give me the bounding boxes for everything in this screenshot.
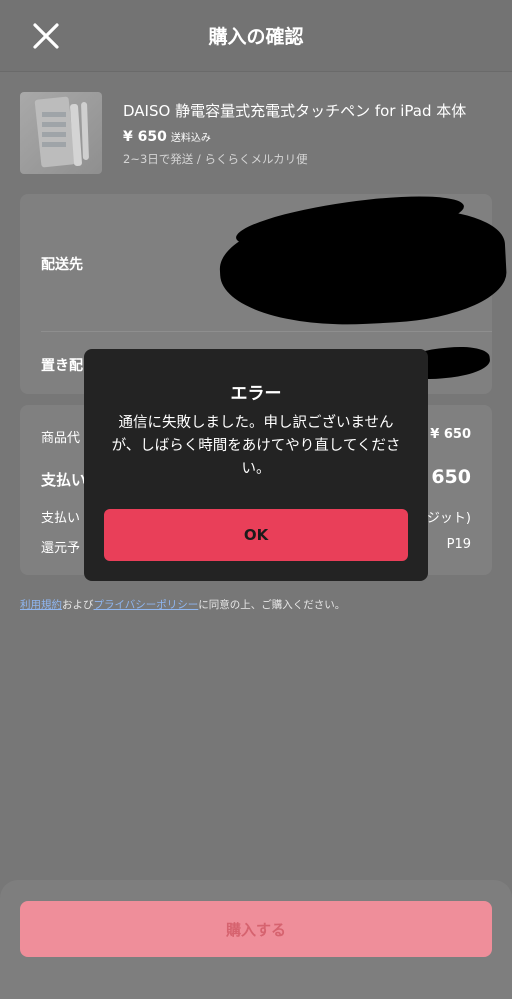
delivery-address-row[interactable]: 配送先 bbox=[41, 254, 83, 274]
terms-link[interactable]: 利用規約 bbox=[20, 599, 62, 611]
product-title: DAISO 静電容量式充電式タッチペン for iPad 本体 bbox=[123, 102, 467, 120]
purchase-confirmation-screen: 購入の確認 DAISO 静電容量式充電式タッチペン for iPad 本体 ¥ … bbox=[0, 0, 512, 999]
terms-notice: 利用規約およびプライバシーポリシーに同意の上、ご購入ください。 bbox=[20, 597, 345, 612]
points-label: 還元予 bbox=[41, 541, 81, 556]
item-price-label: 商品代 bbox=[41, 431, 81, 446]
error-dialog-title: エラー bbox=[230, 384, 282, 404]
page-title: 購入の確認 bbox=[208, 26, 304, 48]
product-thumbnail bbox=[20, 92, 102, 174]
shipping-info: 2~3日で発送 / らくらくメルカリ便 bbox=[123, 152, 308, 166]
bottom-action-bar: 購入する bbox=[0, 880, 512, 999]
payment-total-label: 支払い bbox=[41, 471, 87, 489]
error-dialog: エラー 通信に失敗しました。申し訳ございませんが、しばらく時間をあけてやり直して… bbox=[84, 349, 428, 581]
shipping-included-label: 送料込み bbox=[170, 133, 211, 144]
ok-button[interactable]: OK bbox=[104, 509, 408, 561]
product-summary[interactable]: DAISO 静電容量式充電式タッチペン for iPad 本体 ¥ 650 送料込… bbox=[20, 92, 492, 174]
terms-suffix-text: に同意の上、ご購入ください。 bbox=[198, 599, 346, 611]
header: 購入の確認 bbox=[0, 0, 512, 72]
error-dialog-message: 通信に失敗しました。申し訳ございませんが、しばらく時間をあけてやり直してください… bbox=[111, 415, 401, 477]
divider bbox=[41, 331, 492, 332]
item-price-value: ¥ 650 bbox=[430, 427, 471, 442]
product-price-row: ¥ 650 送料込み bbox=[123, 126, 211, 145]
buy-button[interactable]: 購入する bbox=[20, 901, 492, 957]
delivery-placement-row[interactable]: 置き配 bbox=[41, 355, 83, 375]
payment-method-value[interactable]: ジット) bbox=[427, 507, 471, 526]
points-value: P19 bbox=[446, 537, 471, 552]
terms-and-text: および bbox=[62, 599, 94, 611]
privacy-policy-link[interactable]: プライバシーポリシー bbox=[94, 599, 199, 611]
payment-method-label[interactable]: 支払い bbox=[41, 507, 80, 526]
product-price: ¥ 650 bbox=[123, 129, 167, 145]
